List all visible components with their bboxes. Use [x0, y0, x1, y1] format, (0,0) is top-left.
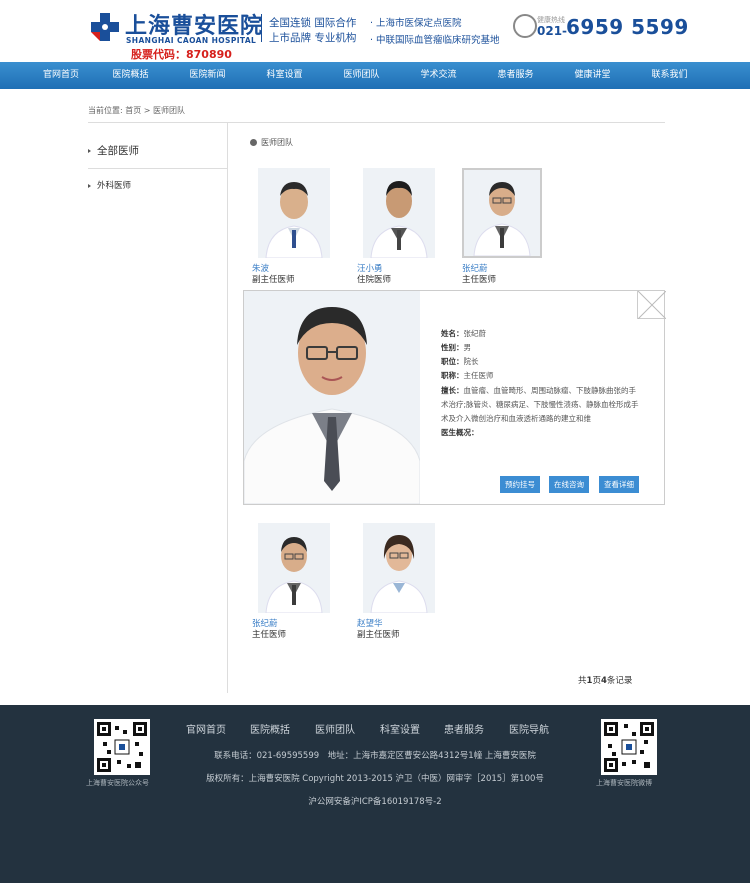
qr-right-label: 上海曹安医院微博: [596, 779, 652, 787]
section-title-text: 医师团队: [261, 138, 293, 147]
footer-nav-departments[interactable]: 科室设置: [380, 721, 420, 736]
doctor-detail-photo: [244, 291, 420, 504]
detail-specialty-value: 血管瘤、血管畸形、周围动脉瘤、下肢静脉曲张的手术治疗;脉管炎、糖尿病足、下肢慢性…: [441, 386, 639, 423]
nav-patient-service[interactable]: 患者服务: [477, 62, 554, 89]
circle-bullet-icon: [250, 139, 257, 146]
header-divider: [261, 14, 262, 42]
nav-contact[interactable]: 联系我们: [631, 62, 708, 89]
honor-line-1: · 上海市医保定点医院: [370, 18, 462, 29]
pager-mid: 页: [592, 676, 601, 686]
doctor-title: 主任医师: [462, 275, 497, 285]
qr-code-icon: [97, 722, 147, 772]
footer-nav-patient-service[interactable]: 患者服务: [444, 721, 484, 736]
close-icon: [637, 290, 667, 320]
detail-name-value: 张纪蔚: [463, 329, 487, 338]
sidebar-item-surgery[interactable]: 外科医师: [88, 179, 131, 191]
book-appointment-button[interactable]: 预约挂号: [500, 476, 540, 493]
pager-post: 条记录: [606, 676, 633, 686]
hospital-logo-icon[interactable]: [89, 11, 121, 43]
pager-pre: 共: [578, 676, 587, 686]
doctor-title: 住院医师: [357, 275, 392, 285]
footer-nav-overview[interactable]: 医院概括: [250, 721, 290, 736]
doctor-portrait-icon: [363, 168, 435, 258]
hospital-name-en: SHANGHAI CAOAN HOSPITAL: [126, 36, 257, 45]
nav-health-lecture[interactable]: 健康讲堂: [554, 62, 631, 89]
footer-icp: 沪公网安备沪ICP备16019178号-2: [308, 797, 442, 807]
doctor-title: 副主任医师: [357, 630, 400, 640]
detail-specialty-row: 擅长：血管瘤、血管畸形、周围动脉瘤、下肢静脉曲张的手术治疗;脉管炎、糖尿病足、下…: [441, 384, 639, 440]
section-title: 医师团队: [250, 137, 293, 148]
nav-academic[interactable]: 学术交流: [400, 62, 477, 89]
view-detail-button[interactable]: 查看详细: [599, 476, 639, 493]
detail-gender-value: 男: [463, 343, 472, 352]
detail-rank-row: 职称：主任医师: [441, 370, 494, 381]
hotline-area-code: 021-: [537, 24, 568, 38]
footer-nav-hospital-guide[interactable]: 医院导航: [509, 721, 549, 736]
detail-name-row: 姓名：张纪蔚: [441, 328, 486, 339]
detail-rank-value: 主任医师: [463, 371, 494, 380]
slogan-line-1: 全国连锁 国际合作: [269, 17, 357, 29]
detail-specialty-label: 擅长：: [441, 386, 464, 395]
doctor-photo[interactable]: [258, 523, 330, 613]
doctor-photo[interactable]: [363, 523, 435, 613]
footer-nav-home[interactable]: 官网首页: [186, 721, 226, 736]
bullet-icon: [88, 149, 91, 153]
nav-departments[interactable]: 科室设置: [246, 62, 323, 89]
bullet-icon: [88, 183, 91, 188]
footer-nav-doctors[interactable]: 医师团队: [315, 721, 355, 736]
phone-icon: [513, 14, 537, 38]
breadcrumb: 当前位置: 首页 > 医师团队: [88, 105, 185, 116]
doctor-photo[interactable]: [363, 168, 435, 258]
sidebar-divider: [88, 168, 227, 169]
detail-profile-label: 医生概况：: [441, 428, 479, 437]
detail-rank-label: 职称：: [441, 371, 464, 380]
nav-news[interactable]: 医院新闻: [169, 62, 246, 89]
doctor-portrait-icon: [258, 523, 330, 613]
doctor-photo[interactable]: [258, 168, 330, 258]
detail-position-label: 职位：: [441, 357, 464, 366]
sidebar-item-label: 全部医师: [97, 145, 139, 157]
hotline-number: 6959 5599: [566, 15, 689, 39]
detail-name-label: 姓名：: [441, 329, 464, 338]
doctor-portrait-icon: [258, 168, 330, 258]
honor-line-2: · 中联国际血管瘤临床研究基地: [370, 35, 500, 46]
doctor-title: 主任医师: [252, 630, 287, 640]
sidebar-item-all-doctors[interactable]: 全部医师: [88, 143, 139, 158]
stock-code: 股票代码：870890: [131, 48, 232, 61]
main-nav: 官网首页 医院概括 医院新闻 科室设置 医师团队 学术交流 患者服务 健康讲堂 …: [0, 62, 750, 89]
qr-code-icon: [604, 722, 654, 772]
sidebar: 全部医师 外科医师: [88, 123, 228, 693]
nav-overview[interactable]: 医院概括: [92, 62, 169, 89]
breadcrumb-prefix: 当前位置:: [88, 106, 123, 115]
nav-home[interactable]: 官网首页: [30, 62, 92, 89]
site-footer: 上海曹安医院公众号 官网首页 医院概括 医师团队 科室设置 患者服务 医院导航 …: [0, 705, 750, 883]
close-button[interactable]: [637, 290, 667, 320]
sidebar-item-label: 外科医师: [97, 181, 132, 191]
doctor-portrait-icon: [464, 170, 540, 256]
detail-gender-label: 性别：: [441, 343, 464, 352]
breadcrumb-home[interactable]: 首页: [125, 106, 141, 115]
doctor-portrait-icon: [244, 291, 420, 504]
detail-position-value: 院长: [463, 357, 479, 366]
qr-code-right: [601, 719, 657, 775]
online-consult-button[interactable]: 在线咨询: [549, 476, 589, 493]
site-header: 上海曹安医院 SHANGHAI CAOAN HOSPITAL 股票代码：8708…: [0, 0, 750, 62]
detail-gender-row: 性别：男: [441, 342, 471, 353]
pagination-summary: 共1页4条记录: [578, 674, 632, 686]
breadcrumb-separator: >: [143, 106, 151, 115]
detail-position-row: 职位：院长: [441, 356, 479, 367]
doctor-detail-panel: 姓名：张纪蔚 性别：男 职位：院长 职称：主任医师 擅长：血管瘤、血管畸形、周围…: [243, 290, 667, 505]
doctor-photo[interactable]: [462, 168, 542, 258]
nav-doctors[interactable]: 医师团队: [323, 62, 400, 89]
doctor-portrait-icon: [363, 523, 435, 613]
doctor-title: 副主任医师: [252, 275, 295, 285]
breadcrumb-current[interactable]: 医师团队: [153, 106, 185, 115]
qr-code-left: [94, 719, 150, 775]
slogan-line-2: 上市品牌 专业机构: [269, 32, 357, 44]
